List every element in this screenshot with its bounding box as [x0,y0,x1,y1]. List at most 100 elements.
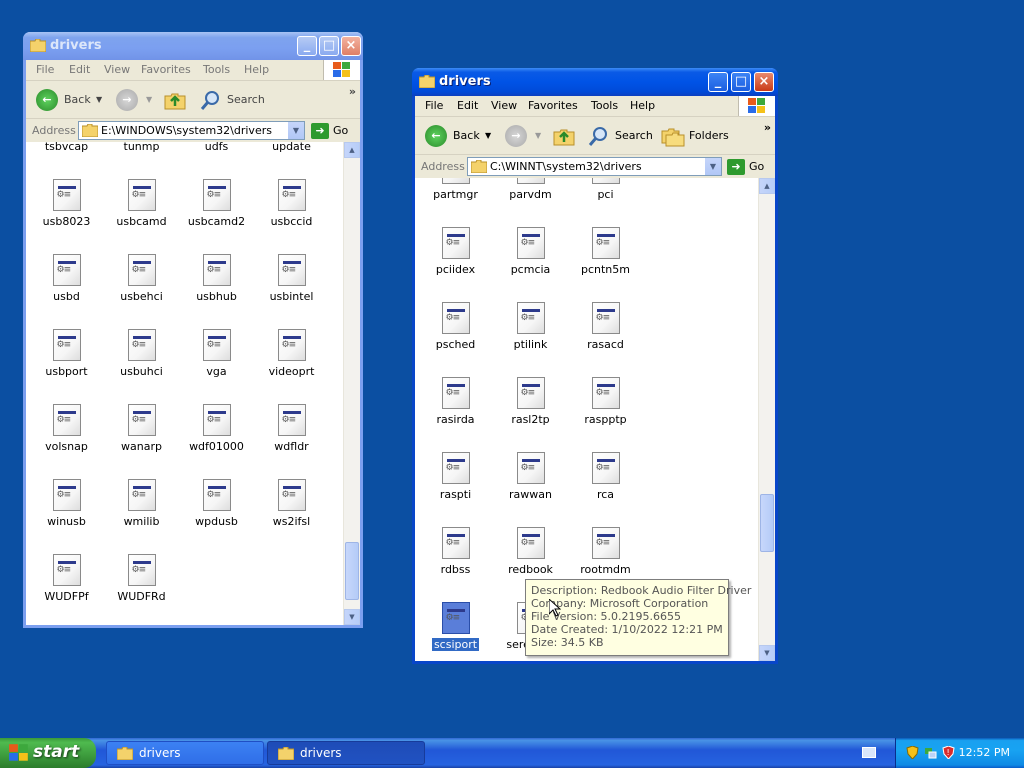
file-item[interactable]: raspti [418,452,493,501]
alert-shield-icon[interactable]: ! [942,746,955,759]
file-item[interactable]: partmgr [418,178,493,201]
file-item[interactable]: parvdm [493,178,568,201]
scroll-up-button[interactable]: ▲ [344,142,360,158]
scroll-down-button[interactable]: ▼ [759,645,775,661]
file-item[interactable]: rootmdm [568,527,643,576]
menu-tools[interactable]: Tools [591,99,618,112]
file-item[interactable]: usbcamd [104,179,179,228]
maximize-button[interactable]: □ [731,72,751,92]
file-list[interactable]: tsbvcap tunmp udfs update usb8023 usbcamd usbc… [26,142,360,625]
up-folder-button[interactable] [164,89,188,111]
minimize-button[interactable]: _ [708,72,728,92]
file-item[interactable]: scsiport [418,602,493,651]
address-input[interactable]: C:\WINNT\system32\drivers ▼ [467,157,722,176]
menu-edit[interactable]: Edit [457,99,478,112]
file-item[interactable]: rca [568,452,643,501]
file-item[interactable]: rdbss [418,527,493,576]
forward-dropdown-icon[interactable]: ▼ [535,125,541,147]
scroll-thumb[interactable] [760,494,774,552]
back-button[interactable]: ← Back ▼ [425,125,495,147]
address-dropdown-icon[interactable]: ▼ [705,158,721,175]
keyboard-icon[interactable] [862,747,876,758]
file-item[interactable]: ptilink [493,302,568,351]
search-button[interactable]: Search [588,125,656,147]
start-button[interactable]: start [0,738,96,768]
taskbar-item-drivers-1[interactable]: drivers [106,741,264,765]
file-item[interactable]: tsbvcap [29,142,104,153]
file-item[interactable]: udfs [179,142,254,153]
taskbar-item-drivers-2[interactable]: drivers [267,741,425,765]
file-item[interactable]: winusb [29,479,104,528]
file-item[interactable]: tunmp [104,142,179,153]
file-item[interactable]: wmilib [104,479,179,528]
menu-file[interactable]: File [425,99,443,112]
file-item[interactable]: pcntn5m [568,227,643,276]
file-item[interactable]: usbhub [179,254,254,303]
maximize-button[interactable]: □ [319,36,339,56]
file-item[interactable]: usbintel [254,254,329,303]
file-item[interactable]: pci [568,178,643,201]
file-item[interactable]: rasirda [418,377,493,426]
file-item[interactable]: rasacd [568,302,643,351]
file-item[interactable]: pciidex [418,227,493,276]
file-item[interactable]: ws2ifsl [254,479,329,528]
file-item[interactable]: psched [418,302,493,351]
scroll-up-button[interactable]: ▲ [759,178,775,194]
toolbar-chevron[interactable]: » [349,81,356,103]
file-item[interactable]: WUDFPf [29,554,104,603]
menu-view[interactable]: View [491,99,517,112]
security-shield-icon[interactable] [906,746,919,759]
file-item[interactable]: rawwan [493,452,568,501]
file-item[interactable]: raspptp [568,377,643,426]
file-item[interactable]: usbd [29,254,104,303]
file-item[interactable]: usbehci [104,254,179,303]
file-item[interactable]: usbuhci [104,329,179,378]
vertical-scrollbar[interactable]: ▲ ▼ [758,178,775,661]
menu-file[interactable]: File [36,63,54,76]
scroll-thumb[interactable] [345,542,359,600]
back-dropdown-icon[interactable]: ▼ [96,89,102,111]
file-item[interactable]: wanarp [104,404,179,453]
back-dropdown-icon[interactable]: ▼ [485,125,491,147]
file-item[interactable]: wdfldr [254,404,329,453]
close-button[interactable]: × [754,72,774,92]
toolbar-chevron[interactable]: » [764,117,771,139]
up-folder-button[interactable] [553,125,577,147]
menu-favorites[interactable]: Favorites [141,63,191,76]
go-button[interactable]: ➜ Go [311,122,348,140]
file-item[interactable]: update [254,142,329,153]
file-item[interactable]: videoprt [254,329,329,378]
file-item[interactable]: redbook [493,527,568,576]
title-bar[interactable]: drivers _ □ × [23,32,363,60]
forward-dropdown-icon[interactable]: ▼ [146,89,152,111]
file-item[interactable]: vga [179,329,254,378]
forward-button[interactable]: → ▼ [505,125,545,147]
minimize-button[interactable]: _ [297,36,317,56]
search-button[interactable]: Search [200,89,270,111]
file-item[interactable]: usbcamd2 [179,179,254,228]
address-dropdown-icon[interactable]: ▼ [288,122,304,139]
menu-view[interactable]: View [104,63,130,76]
explorer-window-left[interactable]: drivers _ □ × File Edit View Favorites T… [23,32,363,628]
menu-edit[interactable]: Edit [69,63,90,76]
menu-help[interactable]: Help [630,99,655,112]
back-button[interactable]: ← Back ▼ [36,89,106,111]
menu-help[interactable]: Help [244,63,269,76]
forward-button[interactable]: → ▼ [116,89,156,111]
close-button[interactable]: × [341,36,361,56]
file-item[interactable]: usb8023 [29,179,104,228]
file-item[interactable]: pcmcia [493,227,568,276]
address-input[interactable]: E:\WINDOWS\system32\drivers ▼ [78,121,305,140]
file-item[interactable]: rasl2tp [493,377,568,426]
file-item[interactable]: wpdusb [179,479,254,528]
vertical-scrollbar[interactable]: ▲ ▼ [343,142,360,625]
file-item[interactable]: wdf01000 [179,404,254,453]
network-icon[interactable] [924,746,937,759]
file-item[interactable]: WUDFRd [104,554,179,603]
menu-favorites[interactable]: Favorites [528,99,578,112]
file-item[interactable]: usbport [29,329,104,378]
menu-tools[interactable]: Tools [203,63,230,76]
folders-button[interactable]: Folders [661,125,731,147]
explorer-window-right[interactable]: drivers _ □ × File Edit View Favorites T… [412,68,778,664]
go-button[interactable]: ➜ Go [727,158,764,176]
